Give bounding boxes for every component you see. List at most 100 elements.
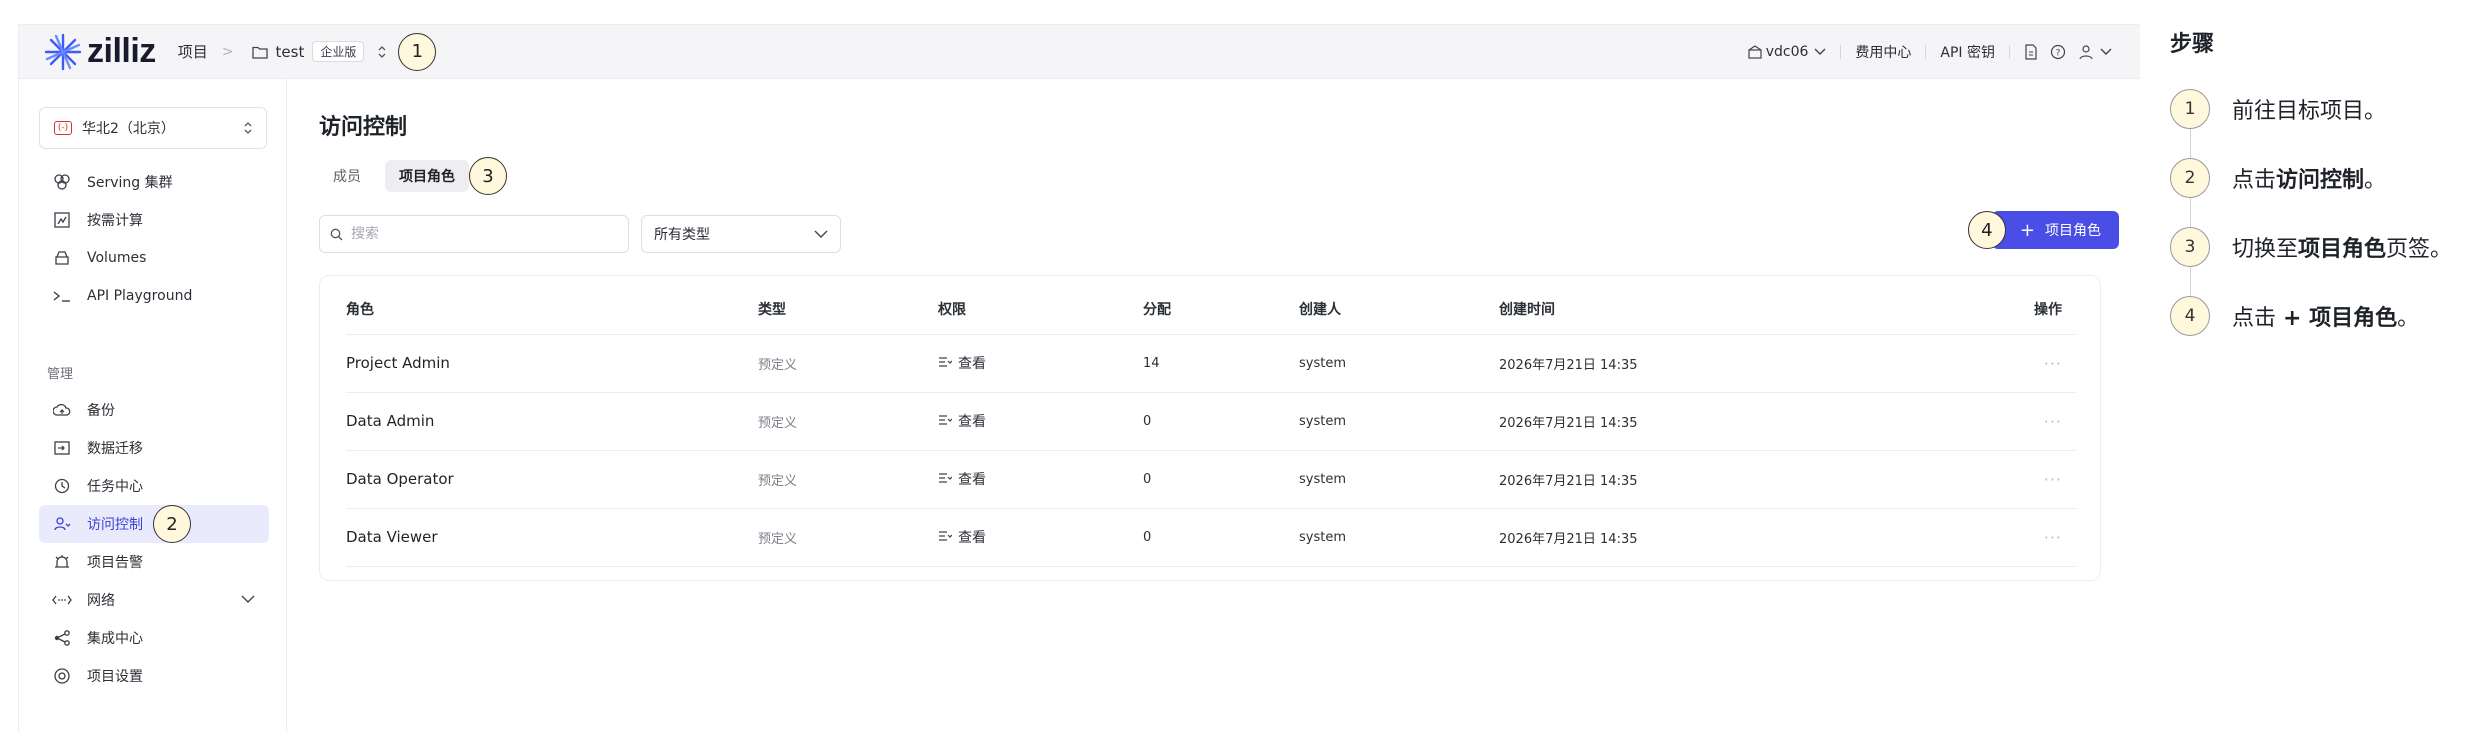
type-filter-select[interactable]: 所有类型 xyxy=(641,215,841,253)
role-name[interactable]: Data Admin xyxy=(346,392,758,451)
assigned-count: 0 xyxy=(1143,450,1299,509)
api-key-link[interactable]: API 密钥 xyxy=(1940,42,1995,62)
billing-link[interactable]: 费用中心 xyxy=(1855,42,1911,62)
sidebar-item-migration[interactable]: 数据迁移 xyxy=(39,429,269,467)
breadcrumb-separator: > xyxy=(221,43,234,60)
column-header-action: 操作 xyxy=(1949,284,2076,335)
column-header-created-at[interactable]: 创建时间 xyxy=(1499,284,1949,335)
step-connector xyxy=(2190,128,2191,158)
step-text-plain: 。 xyxy=(2364,168,2387,193)
sidebar-item-access-control[interactable]: 访问控制 2 xyxy=(39,505,269,543)
more-actions-icon[interactable]: ··· xyxy=(1949,392,2076,451)
view-permission-link[interactable]: 查看 xyxy=(938,334,1143,393)
breadcrumb-projects[interactable]: 项目 xyxy=(178,41,208,62)
nav-top: Serving 集群 按需计算 Volumes API Playground xyxy=(39,163,269,315)
more-actions-icon[interactable]: ··· xyxy=(1949,450,2076,509)
column-header-role[interactable]: 角色 xyxy=(346,284,758,335)
sidebar-item-playground[interactable]: API Playground xyxy=(39,277,269,315)
more-actions-icon[interactable]: ··· xyxy=(1949,334,2076,393)
zilliz-logo[interactable]: zilliz xyxy=(43,32,156,72)
created-at: 2026年7月21日 14:35 xyxy=(1499,450,1949,509)
sidebar-item-compute[interactable]: 按需计算 xyxy=(39,201,269,239)
console-window: zilliz 项目 > test 企业版 1 vdc06 费用中心 API 密钥 xyxy=(18,24,2140,732)
steps-panel: 步骤 1 前往目标项目。 2 点击访问控制。 3 切换至项目角色页签。 4 点击… xyxy=(2170,24,2470,336)
column-header-assigned[interactable]: 分配 xyxy=(1143,284,1299,335)
docs-icon[interactable] xyxy=(2024,44,2038,60)
add-project-role-button[interactable]: + 项目角色 xyxy=(1991,211,2119,249)
settings-icon xyxy=(51,665,73,687)
migration-icon xyxy=(51,437,73,459)
permission-label: 查看 xyxy=(958,356,986,372)
step-text-bold: 项目角色 xyxy=(2298,237,2387,262)
chevron-down-icon[interactable] xyxy=(241,592,255,608)
sidebar-item-network[interactable]: 网络 xyxy=(39,581,269,619)
sidebar-item-settings[interactable]: 项目设置 xyxy=(39,657,269,695)
created-at: 2026年7月21日 14:35 xyxy=(1499,392,1949,451)
sidebar-item-label: 按需计算 xyxy=(87,213,143,229)
step-number: 2 xyxy=(2170,158,2210,198)
creator: system xyxy=(1299,392,1499,451)
view-permission-link[interactable]: 查看 xyxy=(938,450,1143,509)
permission-label: 查看 xyxy=(958,530,986,546)
folder-icon xyxy=(251,45,268,59)
sidebar-item-integration[interactable]: 集成中心 xyxy=(39,619,269,657)
sidebar-item-serving[interactable]: Serving 集群 xyxy=(39,163,269,201)
creator: system xyxy=(1299,450,1499,509)
region-selector[interactable]: (-) 华北2（北京） xyxy=(39,107,267,149)
tab-members[interactable]: 成员 xyxy=(319,160,375,192)
org-switcher[interactable]: vdc06 xyxy=(1766,44,1809,60)
tab-project-roles[interactable]: 项目角色 xyxy=(385,160,469,192)
assigned-count: 0 xyxy=(1143,392,1299,451)
column-header-type[interactable]: 类型 xyxy=(758,284,938,335)
role-name[interactable]: Data Operator xyxy=(346,450,758,509)
permission-list-icon xyxy=(939,357,953,367)
roles-table-card: 角色 类型 权限 分配 创建人 创建时间 操作 Project Admin 预定… xyxy=(319,275,2101,581)
more-actions-icon[interactable]: ··· xyxy=(1949,508,2076,567)
column-header-permission: 权限 xyxy=(938,284,1143,335)
chevron-down-icon[interactable] xyxy=(1814,48,1826,56)
plus-icon: + xyxy=(2019,219,2035,241)
search-icon xyxy=(330,228,343,240)
divider xyxy=(2009,45,2010,59)
access-control-icon xyxy=(51,513,73,535)
sidebar-item-label: API Playground xyxy=(87,288,193,304)
search-input[interactable] xyxy=(351,226,611,242)
table-row: Project Admin 预定义 查看 14 system 2026年7月21… xyxy=(346,334,2076,393)
step-badge-2: 2 xyxy=(153,505,191,543)
sidebar-item-backup[interactable]: 备份 xyxy=(39,391,269,429)
role-name[interactable]: Data Viewer xyxy=(346,508,758,567)
project-switch-icon[interactable] xyxy=(376,44,388,60)
sidebar-item-alarm[interactable]: 项目告警 xyxy=(39,543,269,581)
chevron-down-icon xyxy=(814,230,828,238)
step-number: 3 xyxy=(2170,227,2210,267)
project-name[interactable]: test xyxy=(276,43,305,61)
creator: system xyxy=(1299,508,1499,567)
step-text: 点击 + 项目角色。 xyxy=(2232,300,2419,332)
chevron-down-icon[interactable] xyxy=(2100,48,2112,56)
step-text-bold: 访问控制 xyxy=(2276,168,2365,193)
role-type: 预定义 xyxy=(758,508,938,567)
step-item: 2 点击访问控制。 xyxy=(2170,158,2470,198)
help-icon[interactable]: ? xyxy=(2050,44,2066,60)
user-icon[interactable] xyxy=(2078,44,2094,60)
organization-icon xyxy=(1748,45,1762,59)
sidebar-item-label: 项目告警 xyxy=(87,555,143,571)
divider xyxy=(1925,45,1927,59)
roles-table: 角色 类型 权限 分配 创建人 创建时间 操作 Project Admin 预定… xyxy=(346,284,2076,567)
step-item: 1 前往目标项目。 xyxy=(2170,89,2470,129)
step-badge-4: 4 xyxy=(1967,211,2006,249)
table-row: Data Operator 预定义 查看 0 system 2026年7月21日… xyxy=(346,450,2076,509)
sidebar-item-volumes[interactable]: Volumes xyxy=(39,239,269,277)
step-badge-1: 1 xyxy=(398,32,437,71)
creator: system xyxy=(1299,334,1499,393)
view-permission-link[interactable]: 查看 xyxy=(938,508,1143,567)
role-name[interactable]: Project Admin xyxy=(346,334,758,393)
view-permission-link[interactable]: 查看 xyxy=(938,392,1143,451)
integration-icon xyxy=(51,627,73,649)
permission-label: 查看 xyxy=(958,472,986,488)
table-header-row: 角色 类型 权限 分配 创建人 创建时间 操作 xyxy=(346,284,2076,335)
add-project-role-label: 项目角色 xyxy=(2045,223,2101,239)
role-type: 预定义 xyxy=(758,392,938,451)
search-box[interactable] xyxy=(319,215,629,253)
sidebar-item-jobs[interactable]: 任务中心 xyxy=(39,467,269,505)
